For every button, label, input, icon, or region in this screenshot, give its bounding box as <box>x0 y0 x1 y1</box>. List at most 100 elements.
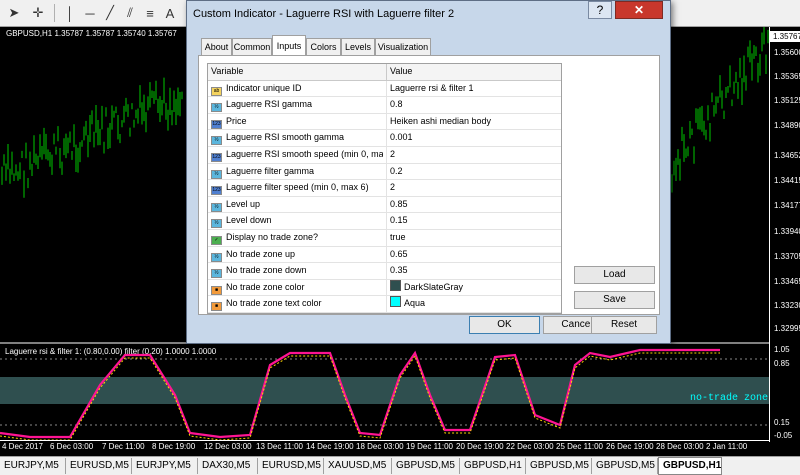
reset-button[interactable]: Reset <box>591 316 657 334</box>
chart-tab[interactable]: GBPUSD,M5 <box>526 458 592 474</box>
horizontal-line-icon[interactable]: ─ <box>80 3 100 23</box>
table-row[interactable]: ab Indicator unique ID Laguerre rsi & filt… <box>208 80 561 98</box>
tab-about[interactable]: About <box>201 38 232 55</box>
chart-tab[interactable]: DAX30,M5 <box>198 458 258 474</box>
variable-cell: ½ Level down <box>211 213 383 229</box>
chart-tab[interactable]: EURUSD,M5 <box>258 458 324 474</box>
load-button[interactable]: Load <box>574 266 655 284</box>
laguerre-filter-line <box>0 352 720 440</box>
table-row[interactable]: 123 Laguerre filter speed (min 0, max 6) 2 <box>208 180 561 197</box>
table-row[interactable]: 123 Laguerre RSI smooth speed (min 0, max… <box>208 146 561 164</box>
tab-inputs[interactable]: Inputs <box>272 35 306 55</box>
value-cell[interactable]: 0.85 <box>386 196 408 213</box>
table-row[interactable]: ½ No trade zone down 0.35 <box>208 263 561 280</box>
table-row[interactable]: ■ No trade zone color DarkSlateGray <box>208 279 561 297</box>
tab-common[interactable]: Common <box>232 38 272 55</box>
variable-type-icon: ½ <box>211 136 222 146</box>
value-cell[interactable]: 0.15 <box>386 213 408 229</box>
value-cell[interactable]: 0.65 <box>386 246 408 263</box>
value-cell[interactable]: 2 <box>386 146 395 163</box>
text-icon[interactable]: A <box>160 3 180 23</box>
variable-type-icon: ½ <box>211 103 222 113</box>
chart-tab-active[interactable]: GBPUSD,H1 <box>658 457 722 475</box>
table-row[interactable]: ■ No trade zone text color Aqua <box>208 296 561 313</box>
vertical-line-icon[interactable]: │ <box>60 3 80 23</box>
close-button[interactable]: ✕ <box>615 1 663 19</box>
time-label: 8 Dec 19:00 <box>152 442 196 451</box>
fibo-icon[interactable]: ≡ <box>140 3 160 23</box>
value-cell[interactable]: Laguerre rsi & filter 1 <box>386 80 474 97</box>
variable-type-icon: ½ <box>211 219 222 229</box>
value-cell[interactable]: 2 <box>386 180 395 196</box>
variable-cell: ½ No trade zone up <box>211 247 383 263</box>
value-cell[interactable]: Aqua <box>386 296 425 312</box>
save-button[interactable]: Save <box>574 291 655 309</box>
table-row[interactable]: ½ Laguerre RSI smooth gamma 0.001 <box>208 130 561 147</box>
column-header-variable: Variable <box>211 66 244 76</box>
value-cell[interactable]: DarkSlateGray <box>386 279 463 296</box>
table-row[interactable]: ½ Level down 0.15 <box>208 213 561 230</box>
cursor-icon[interactable]: ➤ <box>4 3 24 23</box>
variable-name: No trade zone text color <box>226 298 322 309</box>
table-row[interactable]: ✓ Display no trade zone? true <box>208 229 561 247</box>
time-axis: 4 Dec 2017 6 Dec 03:00 7 Dec 11:00 8 Dec… <box>0 440 769 455</box>
price-label: 1.33465 <box>774 277 800 286</box>
table-row[interactable]: ½ Laguerre RSI gamma 0.8 <box>208 97 561 114</box>
variable-type-icon: ■ <box>211 285 222 295</box>
ok-button[interactable]: OK <box>469 316 540 334</box>
value-cell[interactable]: 0.8 <box>386 97 403 113</box>
chart-tab[interactable]: EURJPY,M5 <box>132 458 198 474</box>
chart-tab[interactable]: GBPUSD,H1 <box>460 458 526 474</box>
variable-cell: ■ No trade zone color <box>211 280 383 296</box>
time-label: 28 Dec 03:00 <box>656 442 704 451</box>
value-cell[interactable]: Heiken ashi median body <box>386 113 492 130</box>
value-cell[interactable]: 0.2 <box>386 163 403 180</box>
variable-value: Heiken ashi median body <box>390 115 492 126</box>
table-row[interactable]: ½ Laguerre filter gamma 0.2 <box>208 163 561 181</box>
tab-colors[interactable]: Colors <box>306 38 341 55</box>
help-button[interactable]: ? <box>588 1 612 19</box>
variable-name: No trade zone up <box>226 248 296 259</box>
crosshair-icon[interactable]: ✛ <box>28 3 48 23</box>
price-label: 1.35365 <box>774 72 800 81</box>
variable-cell: 123 Laguerre filter speed (min 0, max 6) <box>211 180 383 196</box>
channel-icon[interactable]: ⫽ <box>120 3 140 23</box>
table-row[interactable]: ½ No trade zone up 0.65 <box>208 246 561 264</box>
chart-tab[interactable]: GBPUSD,M5 <box>592 458 658 474</box>
current-price-label: 1.35767 <box>770 31 800 42</box>
time-label: 7 Dec 11:00 <box>102 442 145 451</box>
value-cell[interactable]: 0.001 <box>386 130 413 146</box>
variable-value: 0.8 <box>390 99 403 110</box>
price-label: 1.33940 <box>774 227 800 236</box>
variable-name: Laguerre filter speed (min 0, max 6) <box>226 182 369 193</box>
variable-cell: ½ Laguerre RSI smooth gamma <box>211 130 383 146</box>
table-row[interactable]: 123 Price Heiken ashi median body <box>208 113 561 131</box>
time-label: 14 Dec 19:00 <box>306 442 354 451</box>
value-cell[interactable]: true <box>386 229 406 246</box>
time-label: 13 Dec 11:00 <box>256 442 303 451</box>
chart-tab[interactable]: XAUUSD,M5 <box>324 458 392 474</box>
variable-type-icon: 123 <box>211 119 222 129</box>
price-axis: 1.35767 1.35600 1.35365 1.35125 1.34890 … <box>769 27 800 442</box>
toolbar-separator <box>54 4 55 22</box>
dialog-title: Custom Indicator - Laguerre RSI with Lag… <box>193 8 455 20</box>
chart-tab[interactable]: EURJPY,M5 <box>0 458 66 474</box>
value-cell[interactable]: 0.35 <box>386 263 408 279</box>
variable-value: 0.2 <box>390 165 403 176</box>
price-label: 1.34415 <box>774 176 800 185</box>
tab-visualization[interactable]: Visualization <box>375 38 431 55</box>
price-label: 1.35600 <box>774 48 800 57</box>
variable-type-icon: ✓ <box>211 235 222 245</box>
chart-tab[interactable]: GBPUSD,M5 <box>392 458 460 474</box>
time-label: 12 Dec 03:00 <box>204 442 252 451</box>
tab-levels[interactable]: Levels <box>341 38 375 55</box>
chart-tab[interactable]: EURUSD,M5 <box>66 458 132 474</box>
variable-name: No trade zone color <box>226 281 305 292</box>
variable-cell: 123 Laguerre RSI smooth speed (min 0, max… <box>211 147 383 163</box>
time-label: 22 Dec 03:00 <box>506 442 554 451</box>
table-row[interactable]: ½ Level up 0.85 <box>208 196 561 214</box>
variable-cell: ½ Laguerre filter gamma <box>211 164 383 180</box>
color-swatch <box>390 296 401 308</box>
trendline-icon[interactable]: ╱ <box>100 3 120 23</box>
level-label: 0.85 <box>774 359 790 368</box>
